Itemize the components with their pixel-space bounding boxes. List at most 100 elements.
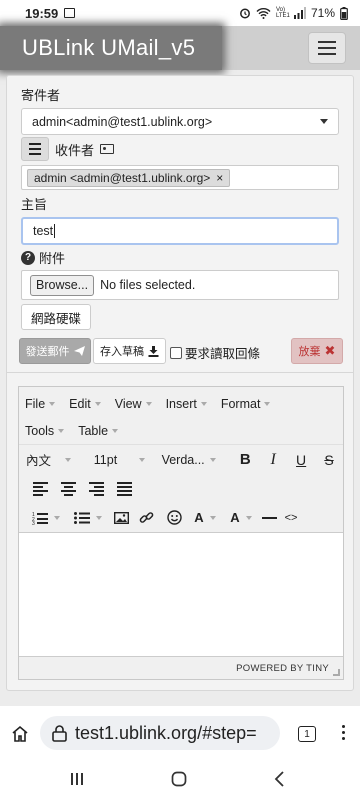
wifi-icon (256, 8, 271, 19)
more-options-icon[interactable] (342, 725, 345, 740)
recipient-tag-text: admin <admin@test1.ublink.org> (34, 171, 211, 185)
read-receipt-option[interactable]: 要求讀取回條 (170, 343, 260, 362)
url-field[interactable]: test1.ublink.org/#step= (40, 716, 280, 750)
source-code-button[interactable]: <> (280, 506, 302, 530)
lock-icon[interactable] (52, 724, 67, 742)
read-receipt-label: 要求讀取回條 (185, 347, 261, 361)
system-navigation-bar (0, 760, 360, 800)
editor-toolbar: 內文 11pt Verda... B I U S 123 A A <> (19, 444, 343, 532)
list-icon (29, 143, 41, 145)
background-color-button[interactable]: A (224, 506, 246, 530)
menu-tools[interactable]: Tools (25, 418, 64, 444)
strikethrough-button[interactable]: S (315, 448, 343, 472)
status-time: 19:59 (25, 5, 59, 21)
volte-label: Vo) LTE1 (275, 7, 290, 19)
font-family-value: Verda... (161, 452, 205, 467)
menu-edit[interactable]: Edit (69, 391, 101, 417)
read-receipt-checkbox[interactable] (170, 346, 182, 359)
align-right-button[interactable] (82, 477, 110, 501)
file-input: Browse... No files selected. (21, 270, 339, 300)
download-icon (148, 345, 159, 357)
menu-insert[interactable]: Insert (166, 391, 207, 417)
send-label: 發送郵件 (25, 346, 70, 358)
font-family-select[interactable]: Verda... (162, 453, 232, 467)
no-file-text: No files selected. (100, 278, 196, 292)
link-icon (139, 512, 153, 523)
save-draft-button[interactable]: 存入草稿 (93, 338, 166, 364)
editor-content-area[interactable] (19, 532, 343, 652)
rich-text-editor: File Edit View Insert Format Tools Table… (18, 386, 344, 680)
send-button[interactable]: 發送郵件 (19, 338, 91, 364)
menu-table[interactable]: Table (78, 418, 118, 444)
compose-actions: 發送郵件 存入草稿 要求讀取回條 放棄 ✖ (19, 338, 343, 364)
back-icon[interactable] (273, 771, 285, 787)
sender-select[interactable]: admin<admin@test1.ublink.org> (21, 108, 339, 135)
browser-toolbar: test1.ublink.org/#step= 1 (0, 706, 360, 762)
italic-button[interactable]: I (259, 448, 287, 472)
tab-switcher-button[interactable]: 1 (298, 726, 316, 742)
close-icon: ✖ (324, 343, 336, 358)
align-left-icon (32, 481, 48, 496)
recipients-field[interactable]: admin <admin@test1.ublink.org> × (21, 165, 339, 190)
align-justify-icon (116, 481, 132, 496)
menu-format[interactable]: Format (221, 391, 271, 417)
tab-count: 1 (304, 728, 310, 740)
divider (7, 372, 353, 373)
discard-button[interactable]: 放棄 ✖ (291, 338, 343, 364)
home-button-icon[interactable] (171, 771, 187, 787)
recipients-row: 收件者 (21, 137, 115, 161)
horizontal-line-button[interactable] (258, 506, 280, 530)
bold-button[interactable]: B (231, 448, 259, 472)
image-icon (113, 511, 129, 524)
attachment-label: 附件 (39, 251, 66, 266)
netdisk-button[interactable]: 網路硬碟 (21, 304, 92, 330)
resize-handle-icon[interactable] (333, 669, 340, 676)
home-icon[interactable] (11, 725, 29, 742)
signal-icon (293, 7, 306, 19)
menu-toggle-button[interactable] (308, 32, 346, 64)
svg-text:3: 3 (32, 521, 35, 525)
alarm-icon (240, 8, 250, 19)
font-size-select[interactable]: 11pt (94, 453, 162, 467)
browse-button[interactable]: Browse... (30, 274, 95, 296)
image-button[interactable] (110, 506, 132, 530)
bullet-list-button[interactable] (68, 506, 96, 530)
menu-file[interactable]: File (25, 391, 55, 417)
hamburger-icon (318, 41, 336, 43)
numbered-list-icon: 123 (32, 512, 48, 525)
editor-menubar: File Edit View Insert Format Tools Table (19, 387, 343, 444)
emoji-button[interactable] (160, 506, 188, 530)
powered-by-tiny[interactable]: POWERED BY TINY (236, 663, 329, 674)
bullet-list-icon (74, 511, 90, 524)
subject-label: 主旨 (21, 197, 48, 212)
battery-icon (340, 6, 348, 20)
link-button[interactable] (132, 506, 160, 530)
font-size-value: 11pt (93, 452, 118, 467)
compose-panel: 寄件者 admin<admin@test1.ublink.org> 收件者 ad… (6, 75, 354, 691)
menu-view[interactable]: View (115, 391, 152, 417)
battery-percent: 71% (310, 6, 335, 20)
help-icon[interactable]: ? (21, 250, 35, 265)
send-icon (73, 346, 85, 356)
align-center-icon (60, 481, 76, 496)
subject-input[interactable]: test (21, 217, 339, 245)
emoji-icon (166, 510, 182, 525)
gallery-notification-icon (64, 8, 76, 18)
numbered-list-button[interactable]: 123 (26, 506, 54, 530)
recipient-tag: admin <admin@test1.ublink.org> × (27, 169, 231, 187)
status-bar: 19:59 Vo) LTE1 71% (0, 0, 360, 26)
sender-label: 寄件者 (21, 88, 61, 103)
recipients-label: 收件者 (55, 142, 95, 158)
align-center-button[interactable] (54, 477, 82, 501)
editor-statusbar: POWERED BY TINY (19, 656, 343, 679)
app-title[interactable]: UBLink UMail_v5 (0, 26, 222, 70)
underline-button[interactable]: U (287, 448, 315, 472)
align-left-button[interactable] (26, 477, 54, 501)
remove-recipient-icon[interactable]: × (216, 171, 223, 185)
block-format-select[interactable]: 內文 (26, 450, 94, 469)
font-color-button[interactable]: A (188, 506, 210, 530)
contact-card-icon[interactable] (100, 144, 115, 154)
recent-apps-icon[interactable] (70, 772, 84, 786)
align-justify-button[interactable] (110, 477, 138, 501)
recipient-list-button[interactable] (21, 137, 49, 161)
